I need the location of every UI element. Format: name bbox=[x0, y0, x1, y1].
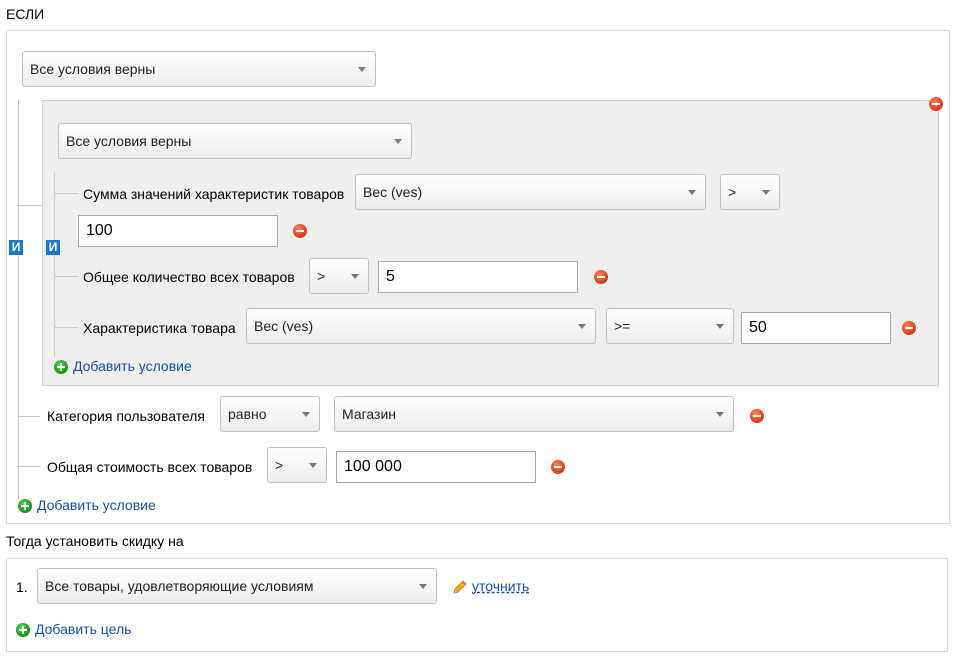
remove-group-icon[interactable] bbox=[929, 97, 943, 111]
user-category-value: Магазин bbox=[342, 406, 397, 422]
total-cost-operator-value: > bbox=[275, 457, 284, 473]
pencil-icon[interactable] bbox=[452, 579, 468, 595]
outer-tree-line bbox=[18, 100, 19, 500]
cond1-attribute-value: Вес (ves) bbox=[363, 184, 423, 200]
chevron-down-icon bbox=[578, 324, 586, 329]
cond3-operator-select[interactable]: >= bbox=[606, 308, 734, 344]
remove-cond2-icon[interactable] bbox=[594, 270, 608, 284]
then-heading: Тогда установить скидку на bbox=[6, 533, 184, 549]
remove-cond3-icon[interactable] bbox=[902, 321, 916, 335]
outer-mode-select[interactable]: Все условия верны bbox=[22, 51, 376, 87]
remove-cond1-icon[interactable] bbox=[293, 224, 307, 238]
cond1-attribute-select[interactable]: Вес (ves) bbox=[355, 174, 706, 210]
group-tree-branch bbox=[54, 327, 78, 328]
cond2-operator-value: > bbox=[317, 268, 326, 284]
cond3-attribute-select[interactable]: Вес (ves) bbox=[246, 308, 596, 344]
refine-link[interactable]: уточнить bbox=[472, 578, 529, 594]
total-cost-label: Общая стоимость всех товаров bbox=[47, 459, 253, 475]
chevron-down-icon bbox=[351, 274, 359, 279]
cond2-value-input[interactable]: 5 bbox=[378, 261, 578, 293]
group-and-badge: И bbox=[46, 240, 60, 255]
user-category-value-select[interactable]: Магазин bbox=[334, 396, 734, 432]
outer-mode-select-value: Все условия верны bbox=[30, 61, 156, 77]
cond3-attribute-value: Вес (ves) bbox=[254, 318, 314, 334]
group-add-condition-link[interactable]: Добавить условие bbox=[73, 358, 192, 374]
outer-tree-branch bbox=[18, 416, 40, 417]
chevron-down-icon bbox=[394, 139, 402, 144]
user-category-label: Категория пользователя bbox=[47, 408, 205, 424]
group-tree-line bbox=[54, 172, 55, 357]
outer-tree-branch bbox=[18, 205, 42, 206]
target-item-number: 1. bbox=[16, 579, 28, 595]
if-heading: ЕСЛИ bbox=[6, 6, 45, 22]
cond1-label: Сумма значений характеристик товаров bbox=[83, 186, 345, 202]
total-cost-operator-select[interactable]: > bbox=[267, 447, 327, 483]
add-target-icon[interactable] bbox=[16, 623, 30, 637]
chevron-down-icon bbox=[419, 584, 427, 589]
cond2-operator-select[interactable]: > bbox=[309, 258, 369, 294]
group-mode-select-value: Все условия верны bbox=[66, 133, 192, 149]
chevron-down-icon bbox=[309, 463, 317, 468]
user-category-operator-select[interactable]: равно bbox=[220, 396, 320, 432]
cond3-value-input[interactable]: 50 bbox=[741, 312, 891, 344]
remove-user-category-icon[interactable] bbox=[750, 409, 764, 423]
user-category-operator-value: равно bbox=[228, 406, 267, 422]
chevron-down-icon bbox=[302, 412, 310, 417]
chevron-down-icon bbox=[358, 67, 366, 72]
cond3-operator-value: >= bbox=[614, 318, 631, 334]
outer-and-badge: И bbox=[9, 240, 23, 255]
chevron-down-icon bbox=[762, 190, 770, 195]
total-cost-value-input[interactable]: 100 000 bbox=[336, 451, 536, 483]
add-condition-icon[interactable] bbox=[54, 360, 68, 374]
add-target-link[interactable]: Добавить цель bbox=[35, 621, 131, 637]
cond2-label: Общее количество всех товаров bbox=[83, 269, 295, 285]
cond1-operator-select[interactable]: > bbox=[720, 174, 780, 210]
add-condition-icon[interactable] bbox=[18, 499, 32, 513]
group-mode-select[interactable]: Все условия верны bbox=[58, 123, 412, 159]
cond3-label: Характеристика товара bbox=[83, 320, 236, 336]
target-select-value: Все товары, удовлетворяющие условиям bbox=[45, 578, 314, 594]
remove-total-cost-icon[interactable] bbox=[551, 460, 565, 474]
cond1-value-input[interactable]: 100 bbox=[78, 215, 278, 247]
group-tree-branch bbox=[54, 276, 78, 277]
outer-add-condition-link[interactable]: Добавить условие bbox=[37, 497, 156, 513]
chevron-down-icon bbox=[716, 324, 724, 329]
chevron-down-icon bbox=[688, 190, 696, 195]
target-select[interactable]: Все товары, удовлетворяющие условиям bbox=[37, 568, 437, 604]
cond1-operator-value: > bbox=[728, 184, 737, 200]
outer-tree-branch bbox=[18, 466, 40, 467]
chevron-down-icon bbox=[716, 412, 724, 417]
group-tree-branch bbox=[54, 193, 78, 194]
